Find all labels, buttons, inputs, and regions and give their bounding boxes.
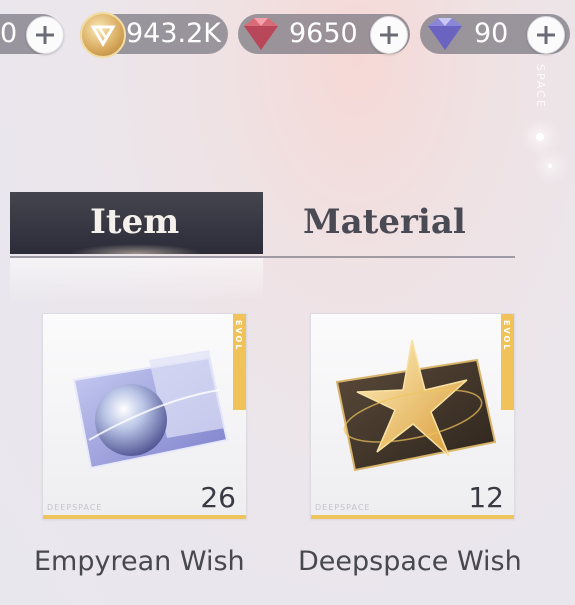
item-name-empyrean-wish: Empyrean Wish xyxy=(34,546,245,577)
add-purple-gem-button[interactable] xyxy=(527,16,565,54)
purple-gem-value: 90 xyxy=(474,18,509,49)
item-brand: DEEPSPACE xyxy=(47,503,103,512)
add-currency-button[interactable] xyxy=(26,16,64,54)
sparkle xyxy=(548,164,552,168)
sparkle xyxy=(536,133,544,141)
empyrean-wish-ticket-icon xyxy=(72,350,229,470)
add-red-gem-button[interactable] xyxy=(370,16,408,54)
tab-item-label: Item xyxy=(90,202,180,242)
item-card-deepspace-wish[interactable]: EVOL DEEPSPACE 12 xyxy=(310,313,515,519)
item-card-empyrean-wish[interactable]: EVOL DEEPSPACE 26 xyxy=(42,313,247,519)
currency-bar: 0 943.2K 9650 90 xyxy=(0,0,575,68)
item-count: 12 xyxy=(468,481,504,514)
purple-gem-icon xyxy=(428,18,462,50)
deepspace-wish-ticket-icon xyxy=(335,339,497,472)
evol-badge: EVOL xyxy=(233,314,246,410)
tab-material[interactable]: Material xyxy=(303,202,466,242)
red-gem-value: 9650 xyxy=(289,18,358,49)
tab-highlight xyxy=(10,258,263,302)
card-underline xyxy=(311,515,514,519)
item-name-deepspace-wish: Deepspace Wish xyxy=(298,546,522,577)
gold-coin-icon xyxy=(80,12,126,58)
partial-currency-value: 0 xyxy=(0,18,18,49)
background-edge-text: SPACE xyxy=(534,64,547,109)
red-gem-icon xyxy=(244,18,278,50)
item-count: 26 xyxy=(200,481,236,514)
evol-badge: EVOL xyxy=(501,314,514,410)
gold-value: 943.2K xyxy=(126,18,222,49)
card-underline xyxy=(43,515,246,519)
item-brand: DEEPSPACE xyxy=(315,503,371,512)
